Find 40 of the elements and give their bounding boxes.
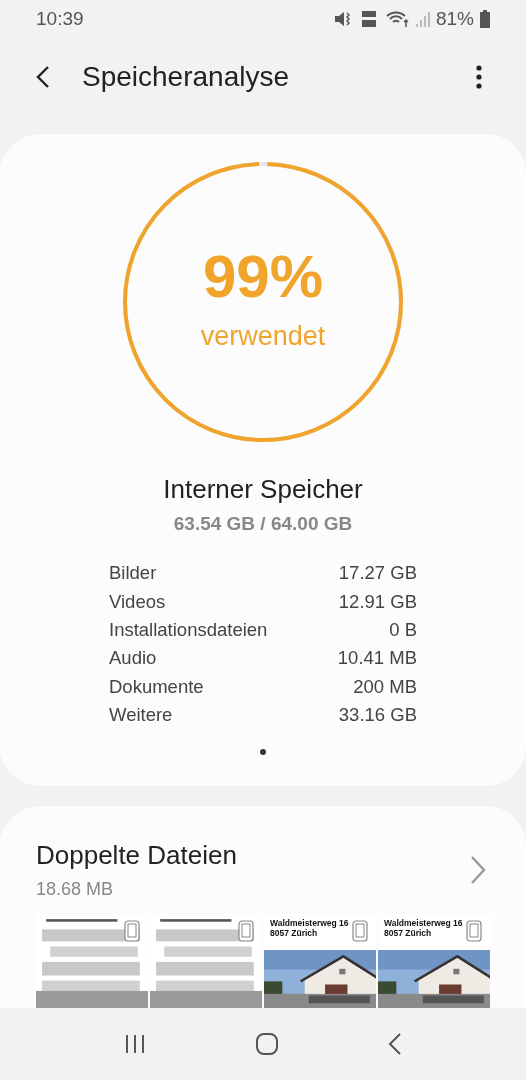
storage-name: Interner Speicher bbox=[163, 474, 363, 505]
more-options-icon[interactable] bbox=[476, 65, 482, 89]
battery-percent: 81% bbox=[435, 8, 474, 30]
listing-heading: 8057 Zürich bbox=[270, 928, 318, 939]
recent-apps-icon[interactable] bbox=[124, 1034, 147, 1054]
phone-icon bbox=[238, 920, 254, 942]
category-label: Weitere bbox=[109, 704, 173, 727]
back-icon[interactable] bbox=[387, 1033, 402, 1055]
category-size: 33.16 GB bbox=[338, 704, 417, 727]
signal-icon bbox=[415, 10, 430, 28]
storage-usage: 63.54 GB / 64.00 GB bbox=[173, 513, 353, 535]
category-label: Dokumente bbox=[109, 675, 204, 698]
category-size: 200 MB bbox=[353, 675, 417, 698]
category-label: Audio bbox=[109, 647, 157, 670]
battery-icon bbox=[480, 10, 490, 28]
page-indicator-dot bbox=[260, 749, 266, 756]
duplicates-title: Doppelte Dateien bbox=[36, 840, 237, 871]
listing-heading: Waldmeisterweg 16 bbox=[270, 919, 349, 929]
back-icon[interactable] bbox=[36, 65, 50, 89]
wifi-icon bbox=[385, 10, 410, 28]
category-label: Installationsdateien bbox=[109, 618, 268, 641]
category-size: 17.27 GB bbox=[338, 562, 417, 585]
duplicates-card[interactable]: Doppelte Dateien 18.68 MB Waldmeisterweg 16 8057 Zürich Waldmeisterweg 16 8057 Zürich bbox=[0, 806, 526, 1008]
category-label: Bilder bbox=[109, 562, 157, 585]
home-icon[interactable] bbox=[255, 1032, 279, 1056]
category-size: 12.91 GB bbox=[338, 590, 417, 613]
usage-caption: verwendet bbox=[200, 321, 326, 352]
category-label: Videos bbox=[109, 590, 166, 613]
category-size: 0 B bbox=[389, 618, 417, 641]
phone-icon bbox=[124, 920, 140, 942]
listing-heading: 8057 Zürich bbox=[384, 928, 432, 939]
category-size: 10.41 MB bbox=[337, 647, 417, 670]
listing-heading: Waldmeisterweg 16 bbox=[384, 919, 463, 929]
phone-icon bbox=[352, 920, 368, 942]
phone-icon bbox=[466, 920, 482, 942]
status-time: 10:39 bbox=[36, 8, 84, 30]
usage-percent: 99% bbox=[202, 242, 324, 311]
duplicates-size: 18.68 MB bbox=[36, 879, 115, 900]
chevron-right-icon[interactable] bbox=[470, 855, 486, 885]
page-title: Speicheranalyse bbox=[82, 61, 291, 93]
